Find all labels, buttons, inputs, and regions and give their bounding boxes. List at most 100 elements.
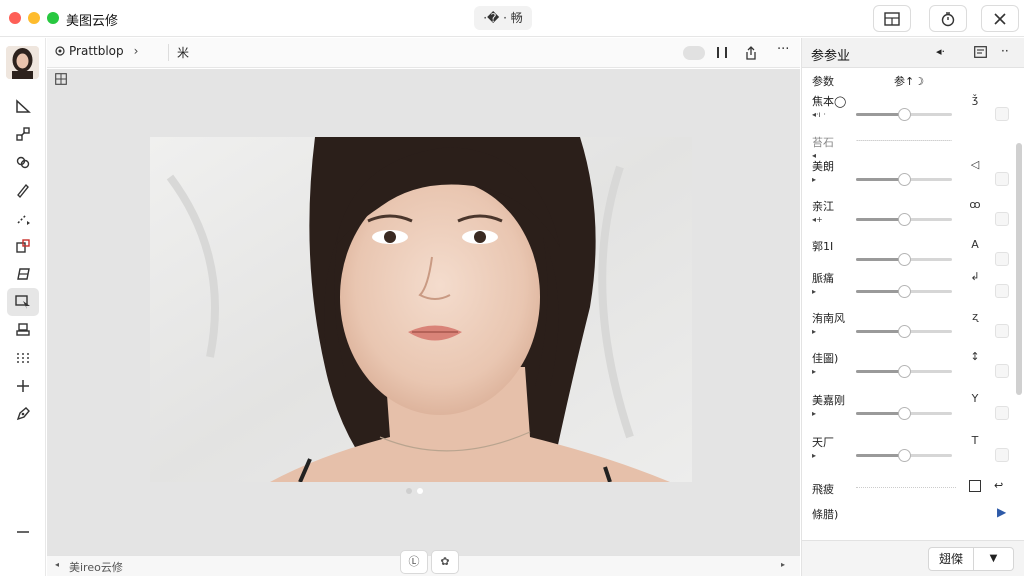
close-button[interactable] [981, 5, 1019, 32]
slider-reset-box[interactable] [995, 172, 1009, 186]
slider-reset-box[interactable] [995, 406, 1009, 420]
more-icon[interactable]: ··· [777, 42, 789, 57]
grid-icon[interactable] [55, 73, 67, 85]
compare-button[interactable]: Ⓛ [400, 550, 428, 574]
slider-reset-box[interactable] [995, 284, 1009, 298]
close-window-button[interactable] [9, 12, 21, 24]
slider-track[interactable] [856, 213, 952, 226]
zoom-window-button[interactable] [47, 12, 59, 24]
slider-knob[interactable] [898, 449, 911, 462]
resize-tool[interactable] [7, 120, 39, 148]
timer-button[interactable] [929, 5, 967, 32]
panel-more-icon[interactable]: ·· [1001, 44, 1009, 58]
minimize-window-button[interactable] [28, 12, 40, 24]
slider-action-icon[interactable]: T [968, 434, 982, 447]
slider-track[interactable] [856, 253, 952, 266]
slider-track[interactable] [856, 285, 952, 298]
back-icon[interactable]: ◂· [936, 45, 945, 58]
crop-tool[interactable] [7, 92, 39, 120]
slider-sub-toggle[interactable]: ▸ [812, 175, 816, 184]
slider-track[interactable] [856, 325, 952, 338]
slider-fill [856, 454, 904, 457]
pattern-icon [17, 353, 29, 363]
breadcrumb-label: Prattblop [69, 44, 124, 58]
slider-knob[interactable] [898, 108, 911, 121]
slider-knob[interactable] [898, 253, 911, 266]
add-tool[interactable] [7, 372, 39, 400]
slider-action-icon[interactable]: ◁ [968, 158, 982, 171]
status-label: 美ireo云修 [69, 561, 123, 574]
slider-action-icon[interactable]: ǯ [968, 93, 982, 106]
slider-label: 天厂 [812, 436, 834, 449]
slider-label: 亲江 [812, 200, 834, 213]
slider-reset-box[interactable] [995, 212, 1009, 226]
slider-knob[interactable] [898, 365, 911, 378]
slider-sub-toggle[interactable]: ▸ [812, 451, 816, 460]
slider-sub-toggle[interactable]: ▸ [812, 409, 816, 418]
select-tool[interactable] [7, 288, 39, 316]
slider-reset-box[interactable] [995, 448, 1009, 462]
brush-tool[interactable] [7, 176, 39, 204]
share-icon[interactable] [744, 45, 758, 61]
close-icon [994, 12, 1006, 25]
footer-dropdown[interactable]: ▼ [974, 547, 1014, 571]
magic-tool[interactable] [7, 204, 39, 232]
status-right-arrow[interactable]: ▸ [781, 560, 785, 569]
page-dot-active[interactable] [417, 488, 423, 494]
slider-track[interactable] [856, 449, 952, 462]
link-tool[interactable] [7, 148, 39, 176]
extra-checkbox[interactable] [969, 480, 981, 492]
effect-button[interactable]: ✿ [431, 550, 459, 574]
pen-tool[interactable] [7, 400, 39, 428]
slider-knob[interactable] [898, 213, 911, 226]
pattern-tool[interactable] [7, 344, 39, 372]
slider-track[interactable] [856, 140, 952, 141]
slider-action-icon[interactable]: A [968, 238, 982, 251]
page-dot[interactable] [406, 488, 412, 494]
slider-knob[interactable] [898, 285, 911, 298]
slider-knob[interactable] [898, 325, 911, 338]
breadcrumb[interactable]: Prattblop › [55, 44, 138, 58]
layout-button[interactable] [873, 5, 911, 32]
slider-sub-toggle[interactable]: ▸ [812, 287, 816, 296]
view-mode-pill[interactable]: ·� · 畅 [474, 6, 532, 30]
slider-action-icon[interactable]: ʐ [968, 310, 982, 323]
status-left-arrow[interactable]: ◂ [55, 560, 59, 569]
play-icon[interactable]: ▶ [997, 505, 1006, 519]
footer-button[interactable]: 翅傑 [928, 547, 974, 571]
slider-sub-toggle[interactable]: ▸ [812, 327, 816, 336]
pause-icon[interactable] [717, 47, 727, 58]
avatar[interactable] [6, 46, 39, 79]
collapse-tool[interactable] [7, 518, 39, 546]
panel-scrollbar[interactable] [1016, 143, 1022, 395]
slider-knob[interactable] [898, 407, 911, 420]
slider-reset-box[interactable] [995, 107, 1009, 121]
slider-sub-toggle[interactable]: ▸ [812, 367, 816, 376]
slider-track[interactable] [856, 365, 952, 378]
slider-track[interactable] [856, 173, 952, 186]
slider-action-icon[interactable]: Y [968, 392, 982, 405]
slider-reset-box[interactable] [995, 364, 1009, 378]
slider-track[interactable] [856, 407, 952, 420]
slider-sub-toggle[interactable]: ◂+ [812, 215, 823, 224]
brush-icon [17, 183, 29, 199]
footer-button-label: 翅傑 [938, 552, 963, 566]
portrait-photo[interactable] [150, 137, 692, 482]
swap-icon[interactable]: ↩ [994, 479, 1003, 492]
slider-action-icon[interactable]: ↲ [968, 270, 982, 283]
slider-action-icon[interactable]: ↕ [968, 350, 982, 363]
layer-tool[interactable] [7, 232, 39, 260]
window-icon[interactable] [974, 46, 987, 58]
timer-icon [941, 11, 955, 26]
breadcrumb-extra[interactable]: 米 [168, 44, 189, 61]
slider-knob[interactable] [898, 173, 911, 186]
transform-tool[interactable] [7, 260, 39, 288]
app-title: 美图云修 [66, 14, 119, 29]
slider-action-icon[interactable]: ꝏ [968, 198, 982, 211]
slider-reset-box[interactable] [995, 252, 1009, 266]
slider-sub-toggle[interactable]: ◂·ı · [812, 110, 826, 119]
slider-track[interactable] [856, 108, 952, 121]
toggle-switch[interactable] [683, 46, 705, 60]
stamp-tool[interactable] [7, 316, 39, 344]
slider-reset-box[interactable] [995, 324, 1009, 338]
